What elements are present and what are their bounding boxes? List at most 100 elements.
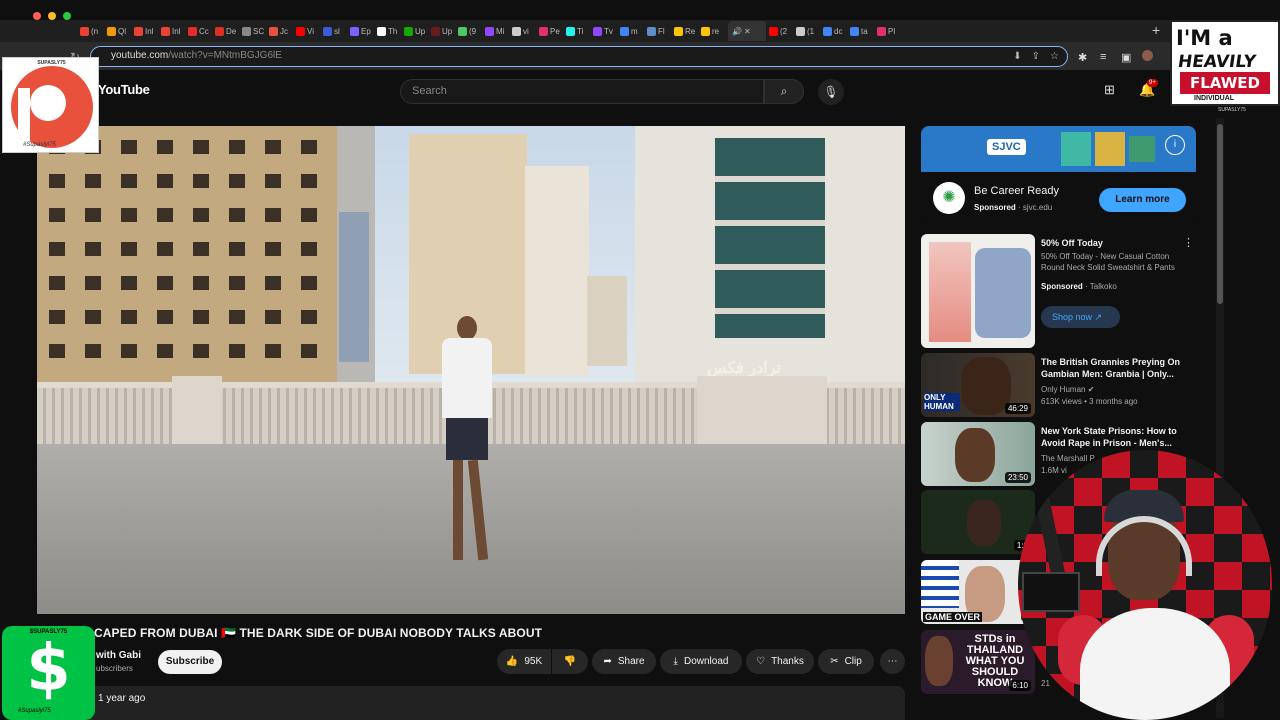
download-button[interactable]: ⤓ Download bbox=[660, 649, 742, 674]
tab-favicon-icon bbox=[296, 26, 305, 36]
new-tab-button[interactable]: + bbox=[1152, 22, 1160, 38]
ad-info-icon[interactable]: i bbox=[1165, 135, 1185, 155]
more-actions-button[interactable]: ⋯ bbox=[880, 649, 905, 674]
sponsored-recommendation[interactable]: 50% Off Today 50% Off Today - New Casual… bbox=[921, 234, 1211, 349]
tab-label: Re bbox=[685, 26, 696, 36]
subscribe-button[interactable]: Subscribe bbox=[158, 650, 222, 674]
building-window bbox=[193, 242, 209, 256]
building-window bbox=[121, 140, 137, 154]
voice-search-button[interactable]: 🎙 bbox=[818, 79, 844, 105]
video-tower bbox=[587, 276, 627, 366]
flawed-line4: INDIVIDUAL bbox=[1194, 95, 1235, 102]
thumbnail-text: ONLY HUMAN bbox=[924, 393, 960, 411]
cashapp-handle: #Supaslyl75 bbox=[18, 708, 51, 714]
youtube-logo[interactable]: YouTube bbox=[98, 82, 150, 97]
close-window-button[interactable] bbox=[33, 12, 41, 20]
browser-tab[interactable]: Fl bbox=[647, 23, 671, 39]
like-button[interactable]: 👍 95K bbox=[497, 649, 551, 674]
browser-tab[interactable]: Vi bbox=[296, 23, 320, 39]
browser-tab[interactable]: (2 bbox=[769, 23, 793, 39]
browser-tab[interactable]: sl bbox=[323, 23, 347, 39]
browser-tab[interactable]: De bbox=[215, 23, 239, 39]
tab-list: (n Ql Inl Inl Cc De SC Jc Vi sl Ep Th Up Up (9 Mi vi Pe Ti… bbox=[80, 20, 1160, 42]
install-icon[interactable]: ⬇ bbox=[1013, 48, 1021, 66]
more-icon: ⋯ bbox=[887, 656, 898, 667]
profile-avatar[interactable] bbox=[1142, 50, 1153, 61]
building-window bbox=[121, 208, 137, 222]
ad-banner-image bbox=[1061, 132, 1091, 166]
building-window bbox=[157, 344, 173, 358]
browser-tab[interactable]: Ql bbox=[107, 23, 131, 39]
browser-tab[interactable]: Re bbox=[674, 23, 698, 39]
description-box[interactable] bbox=[88, 686, 905, 720]
address-bar-icons: ⬇ ⇪ ☆ bbox=[1013, 48, 1059, 66]
learn-more-button[interactable]: Learn more bbox=[1099, 188, 1186, 212]
browser-tab[interactable]: Pe bbox=[539, 23, 563, 39]
browser-tab[interactable]: Ep bbox=[350, 23, 374, 39]
minimize-window-button[interactable] bbox=[48, 12, 56, 20]
search-input[interactable]: Search bbox=[400, 79, 764, 104]
thanks-button[interactable]: ♡ Thanks bbox=[746, 649, 814, 674]
browser-tab[interactable]: SC bbox=[242, 23, 266, 39]
tab-label: De bbox=[226, 26, 237, 36]
browser-tab[interactable]: (9 bbox=[458, 23, 482, 39]
browser-tab[interactable]: Mi bbox=[485, 23, 509, 39]
browser-tab[interactable]: Jc bbox=[269, 23, 293, 39]
browser-tab[interactable]: Inl bbox=[161, 23, 185, 39]
share-page-icon[interactable]: ⇪ bbox=[1032, 48, 1040, 66]
dislike-button[interactable]: 👎 bbox=[552, 649, 588, 674]
browser-tab[interactable]: Tv bbox=[593, 23, 617, 39]
browser-tab[interactable]: (1 bbox=[796, 23, 820, 39]
close-tab-icon[interactable]: ✕ bbox=[744, 27, 751, 36]
tab-favicon-icon bbox=[823, 26, 832, 36]
browser-tab[interactable]: ta bbox=[850, 23, 874, 39]
browser-tab[interactable]: Cc bbox=[188, 23, 212, 39]
address-bar[interactable]: youtube.com/watch?v=MNtmBGJG6lE ⬇ ⇪ ☆ bbox=[90, 46, 1068, 67]
side-panel-icon[interactable]: ▣ bbox=[1121, 51, 1131, 64]
maximize-window-button[interactable] bbox=[63, 12, 71, 20]
ad-title: Be Career Ready bbox=[974, 185, 1059, 197]
browser-tab[interactable]: dc bbox=[823, 23, 847, 39]
browser-tab[interactable]: Pl bbox=[877, 23, 901, 39]
building-window bbox=[229, 208, 245, 222]
building-window bbox=[301, 140, 317, 154]
tab-favicon-icon bbox=[161, 26, 170, 36]
browser-tab[interactable]: re bbox=[701, 23, 725, 39]
building-window bbox=[49, 208, 65, 222]
browser-tab[interactable]: Ti bbox=[566, 23, 590, 39]
verified-icon: ✔ bbox=[1087, 385, 1095, 394]
shop-now-button[interactable]: Shop now ↗ bbox=[1041, 306, 1120, 328]
window-controls bbox=[33, 12, 71, 20]
search-button[interactable]: ⌕ bbox=[764, 79, 804, 104]
browser-tab[interactable]: vi bbox=[512, 23, 536, 39]
tab-favicon-icon bbox=[431, 26, 440, 36]
building-window bbox=[157, 208, 173, 222]
create-icon[interactable]: ⊞ bbox=[1104, 82, 1115, 98]
share-button[interactable]: ➦ Share bbox=[592, 649, 656, 674]
ad-sponsored-line: Sponsored · sjvc.edu bbox=[974, 203, 1053, 212]
browser-tab[interactable]: Inl bbox=[134, 23, 158, 39]
video-player[interactable]: ترادر فكس bbox=[37, 126, 905, 614]
browser-tab[interactable]: Up bbox=[404, 23, 428, 39]
channel-name[interactable]: with Gabi bbox=[96, 650, 141, 661]
reading-list-icon[interactable]: ≡ bbox=[1100, 51, 1106, 63]
clip-button[interactable]: ✂ Clip bbox=[818, 649, 874, 674]
extensions-icon[interactable]: ✱ bbox=[1078, 51, 1087, 64]
browser-tab[interactable]: m bbox=[620, 23, 644, 39]
scrollbar-thumb[interactable] bbox=[1217, 124, 1223, 304]
bookmark-star-icon[interactable]: ☆ bbox=[1050, 48, 1059, 66]
headset-icon bbox=[1096, 516, 1192, 576]
browser-tab[interactable]: (n bbox=[80, 23, 104, 39]
browser-tab[interactable]: Up bbox=[431, 23, 455, 39]
active-browser-tab[interactable]: 🔊 ✕ bbox=[728, 21, 766, 41]
more-options-icon[interactable]: ⋮ bbox=[1183, 236, 1194, 249]
building-window bbox=[193, 344, 209, 358]
recommendation-item[interactable]: ONLY HUMAN 46:29 The British Grannies Pr… bbox=[921, 353, 1211, 419]
browser-tab[interactable]: Th bbox=[377, 23, 401, 39]
sidebar-ad[interactable]: SJVC i ✺ Be Career Ready Sponsored · sjv… bbox=[921, 126, 1196, 226]
tab-favicon-icon bbox=[850, 26, 859, 36]
recommendation-thumbnail: STDs in THAILAND WHAT YOU SHOULD KNOW 6:… bbox=[921, 630, 1035, 694]
patreon-handle: #Supaslyl75 bbox=[23, 142, 56, 148]
building-window bbox=[85, 344, 101, 358]
recommendation-stats: 1.6M vi bbox=[1041, 466, 1067, 475]
